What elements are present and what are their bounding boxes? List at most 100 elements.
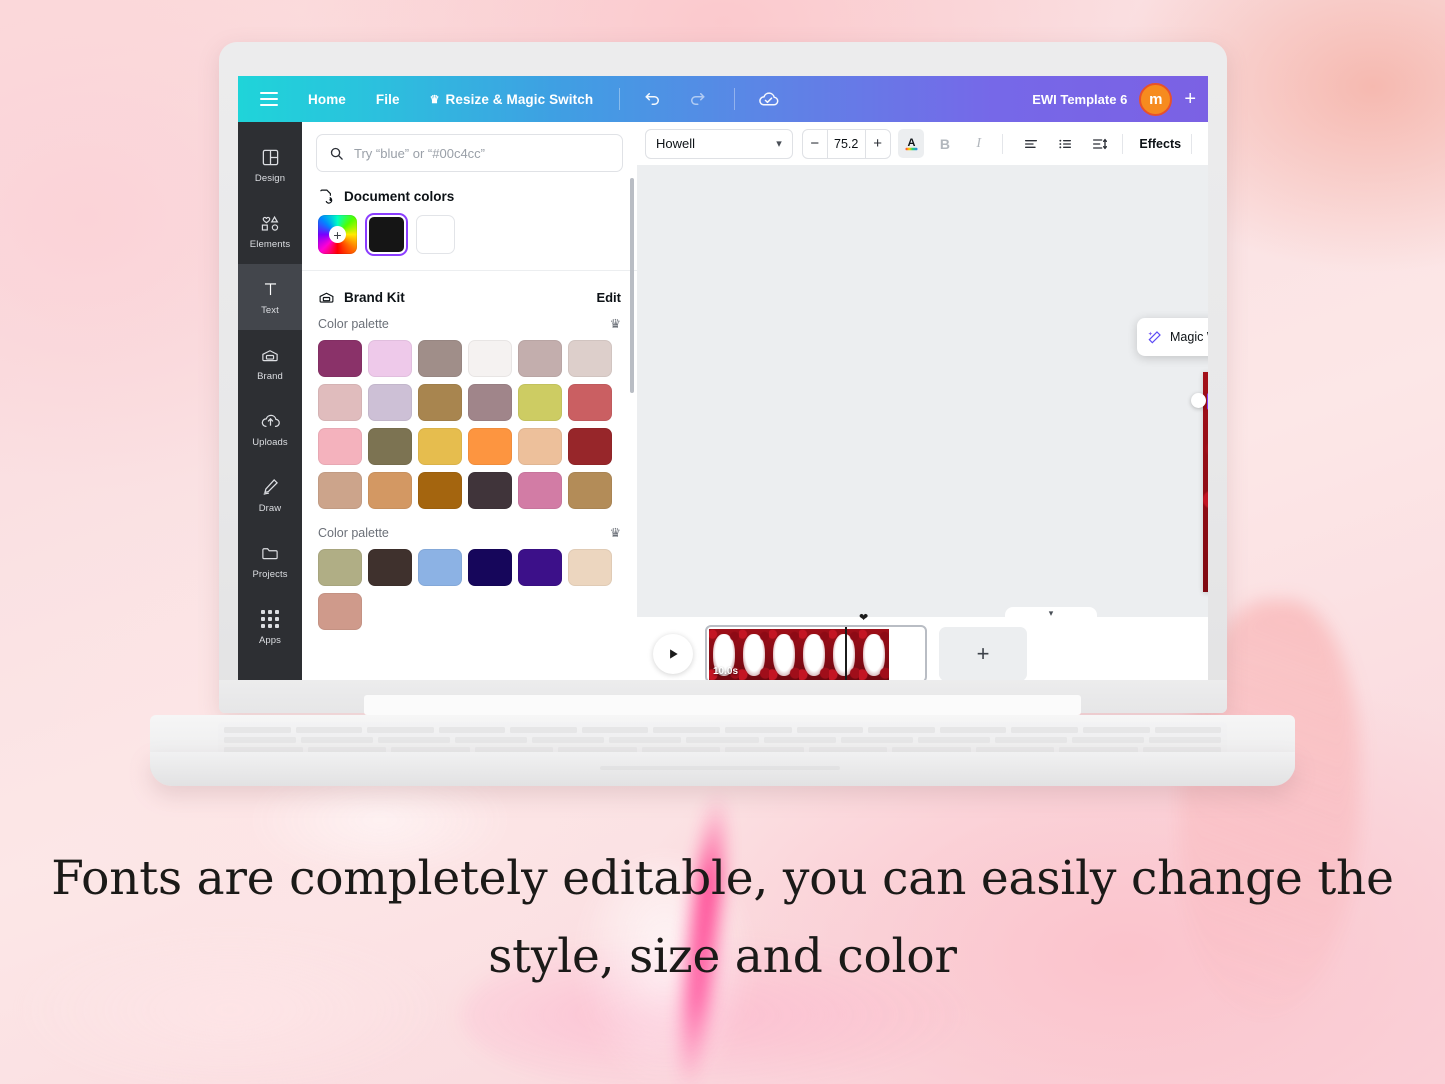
- undo-icon[interactable]: [642, 88, 664, 110]
- sidebar-item-label: Text: [261, 305, 279, 316]
- palette-swatch[interactable]: [318, 340, 362, 377]
- palette-swatch[interactable]: [318, 384, 362, 421]
- brand-palette-1: [302, 340, 637, 525]
- palette-swatch[interactable]: [568, 428, 612, 465]
- palette-swatch[interactable]: [418, 340, 462, 377]
- laptop-trackpad: [600, 766, 840, 770]
- folder-icon: [259, 542, 281, 564]
- sidebar-item-draw[interactable]: Draw: [238, 462, 302, 528]
- sidebar-item-design[interactable]: Design: [238, 132, 302, 198]
- color-swatch-black[interactable]: [367, 215, 406, 254]
- sidebar-item-label: Brand: [257, 371, 283, 382]
- palette-swatch[interactable]: [318, 549, 362, 586]
- align-left-icon[interactable]: [1018, 129, 1045, 158]
- caption-line-1: Fonts are completely editable, you can e…: [51, 851, 1394, 906]
- palette-swatch[interactable]: [318, 472, 362, 509]
- palette-swatch[interactable]: [368, 472, 412, 509]
- topbar-item-resize-magic-switch[interactable]: ♛ Resize & Magic Switch: [430, 92, 594, 107]
- clip-frame: [859, 629, 889, 680]
- palette-swatch[interactable]: [368, 549, 412, 586]
- palette-swatch[interactable]: [468, 384, 512, 421]
- sidebar-item-text[interactable]: Text: [238, 264, 302, 330]
- divider: [1002, 133, 1004, 154]
- palette-swatch[interactable]: [418, 428, 462, 465]
- topbar-right-group: EWI Template 6 m +: [1032, 82, 1208, 116]
- hamburger-icon[interactable]: [260, 92, 278, 106]
- text-color-button[interactable]: A: [897, 129, 925, 158]
- add-page-button[interactable]: +: [939, 627, 1027, 680]
- search-input[interactable]: [354, 145, 610, 161]
- palette-swatch[interactable]: [518, 428, 562, 465]
- page-tab-collapse[interactable]: ▾: [1005, 607, 1097, 620]
- resize-handle-left[interactable]: [1191, 393, 1206, 408]
- palette-swatch[interactable]: [368, 428, 412, 465]
- brand-palette-2: [302, 549, 637, 646]
- magic-wand-icon: [1147, 329, 1163, 345]
- cloud-check-icon[interactable]: [757, 88, 779, 110]
- palette-swatch[interactable]: [368, 384, 412, 421]
- shapes-icon: [259, 212, 281, 234]
- sidebar-item-uploads[interactable]: Uploads: [238, 396, 302, 462]
- panel-scrollbar[interactable]: [630, 178, 634, 393]
- design-stage[interactable]: Magic Write T: [637, 166, 1208, 642]
- font-size-value[interactable]: 75.2: [826, 129, 866, 158]
- sidebar-item-elements[interactable]: Elements: [238, 198, 302, 264]
- line-spacing-icon[interactable]: [1086, 129, 1113, 158]
- font-size-increase-button[interactable]: +: [866, 130, 890, 158]
- text-selection-box[interactable]: [1207, 393, 1208, 410]
- heart-icon: ❤: [859, 612, 869, 624]
- palette-swatch[interactable]: [568, 340, 612, 377]
- palette-swatch[interactable]: [568, 549, 612, 586]
- palette-swatch[interactable]: [468, 549, 512, 586]
- magic-write-button[interactable]: Magic Write: [1147, 329, 1208, 345]
- palette-swatch[interactable]: [468, 340, 512, 377]
- effects-button[interactable]: Effects: [1131, 137, 1189, 151]
- sidebar-item-projects[interactable]: Projects: [238, 528, 302, 594]
- sidebar-item-apps[interactable]: Apps: [238, 594, 302, 660]
- font-family-select[interactable]: Howell ▾: [645, 128, 793, 159]
- palette-label-1: Color palette ♛: [302, 316, 637, 340]
- palette-swatch[interactable]: [318, 593, 362, 630]
- edit-brand-kit-button[interactable]: Edit: [596, 290, 621, 305]
- palette-swatch[interactable]: [568, 384, 612, 421]
- crown-icon: ♛: [609, 526, 621, 540]
- bullet-list-icon[interactable]: [1052, 129, 1079, 158]
- bold-button[interactable]: B: [931, 129, 958, 158]
- palette-swatch[interactable]: [318, 428, 362, 465]
- topbar-item-file[interactable]: File: [376, 92, 400, 107]
- document-colors-header: Document colors: [302, 182, 637, 215]
- palette-swatch[interactable]: [518, 384, 562, 421]
- palette-swatch[interactable]: [518, 340, 562, 377]
- clip-duration-label: 10.0s: [713, 666, 739, 677]
- search-box[interactable]: [316, 134, 623, 172]
- crown-icon: ♛: [609, 317, 621, 331]
- color-swatch-white[interactable]: [416, 215, 455, 254]
- palette-swatch[interactable]: [368, 340, 412, 377]
- palette-swatch[interactable]: [568, 472, 612, 509]
- palette-swatch[interactable]: [418, 472, 462, 509]
- palette-swatch[interactable]: [418, 384, 462, 421]
- topbar-item-home[interactable]: Home: [308, 92, 346, 107]
- palette-swatch[interactable]: [518, 549, 562, 586]
- palette-swatch[interactable]: [418, 549, 462, 586]
- palette-swatch[interactable]: [468, 428, 512, 465]
- card-name-2[interactable]: Dani Martinez: [1203, 429, 1208, 441]
- sidebar-item-brand[interactable]: Brand: [238, 330, 302, 396]
- italic-button[interactable]: I: [965, 129, 992, 158]
- editor-topbar: Home File ♛ Resize & Magic Switch EWI Te…: [238, 76, 1208, 122]
- brand-kit-header: Brand Kit Edit: [302, 283, 637, 316]
- palette-swatch[interactable]: [468, 472, 512, 509]
- avatar[interactable]: m: [1139, 82, 1173, 116]
- play-button[interactable]: [653, 634, 693, 674]
- add-color-swatch[interactable]: +: [318, 215, 357, 254]
- document-title[interactable]: EWI Template 6: [1032, 92, 1127, 107]
- laptop-hinge-strip: [364, 695, 1081, 715]
- search-icon: [329, 146, 344, 161]
- redo-icon[interactable]: [686, 88, 708, 110]
- caption-line-2: style, size and color: [488, 928, 957, 984]
- timeline-clip[interactable]: 10.0s: [705, 625, 927, 680]
- playhead[interactable]: [845, 627, 847, 680]
- add-collaborator-button[interactable]: +: [1184, 88, 1196, 111]
- font-size-decrease-button[interactable]: −: [803, 130, 827, 158]
- palette-swatch[interactable]: [518, 472, 562, 509]
